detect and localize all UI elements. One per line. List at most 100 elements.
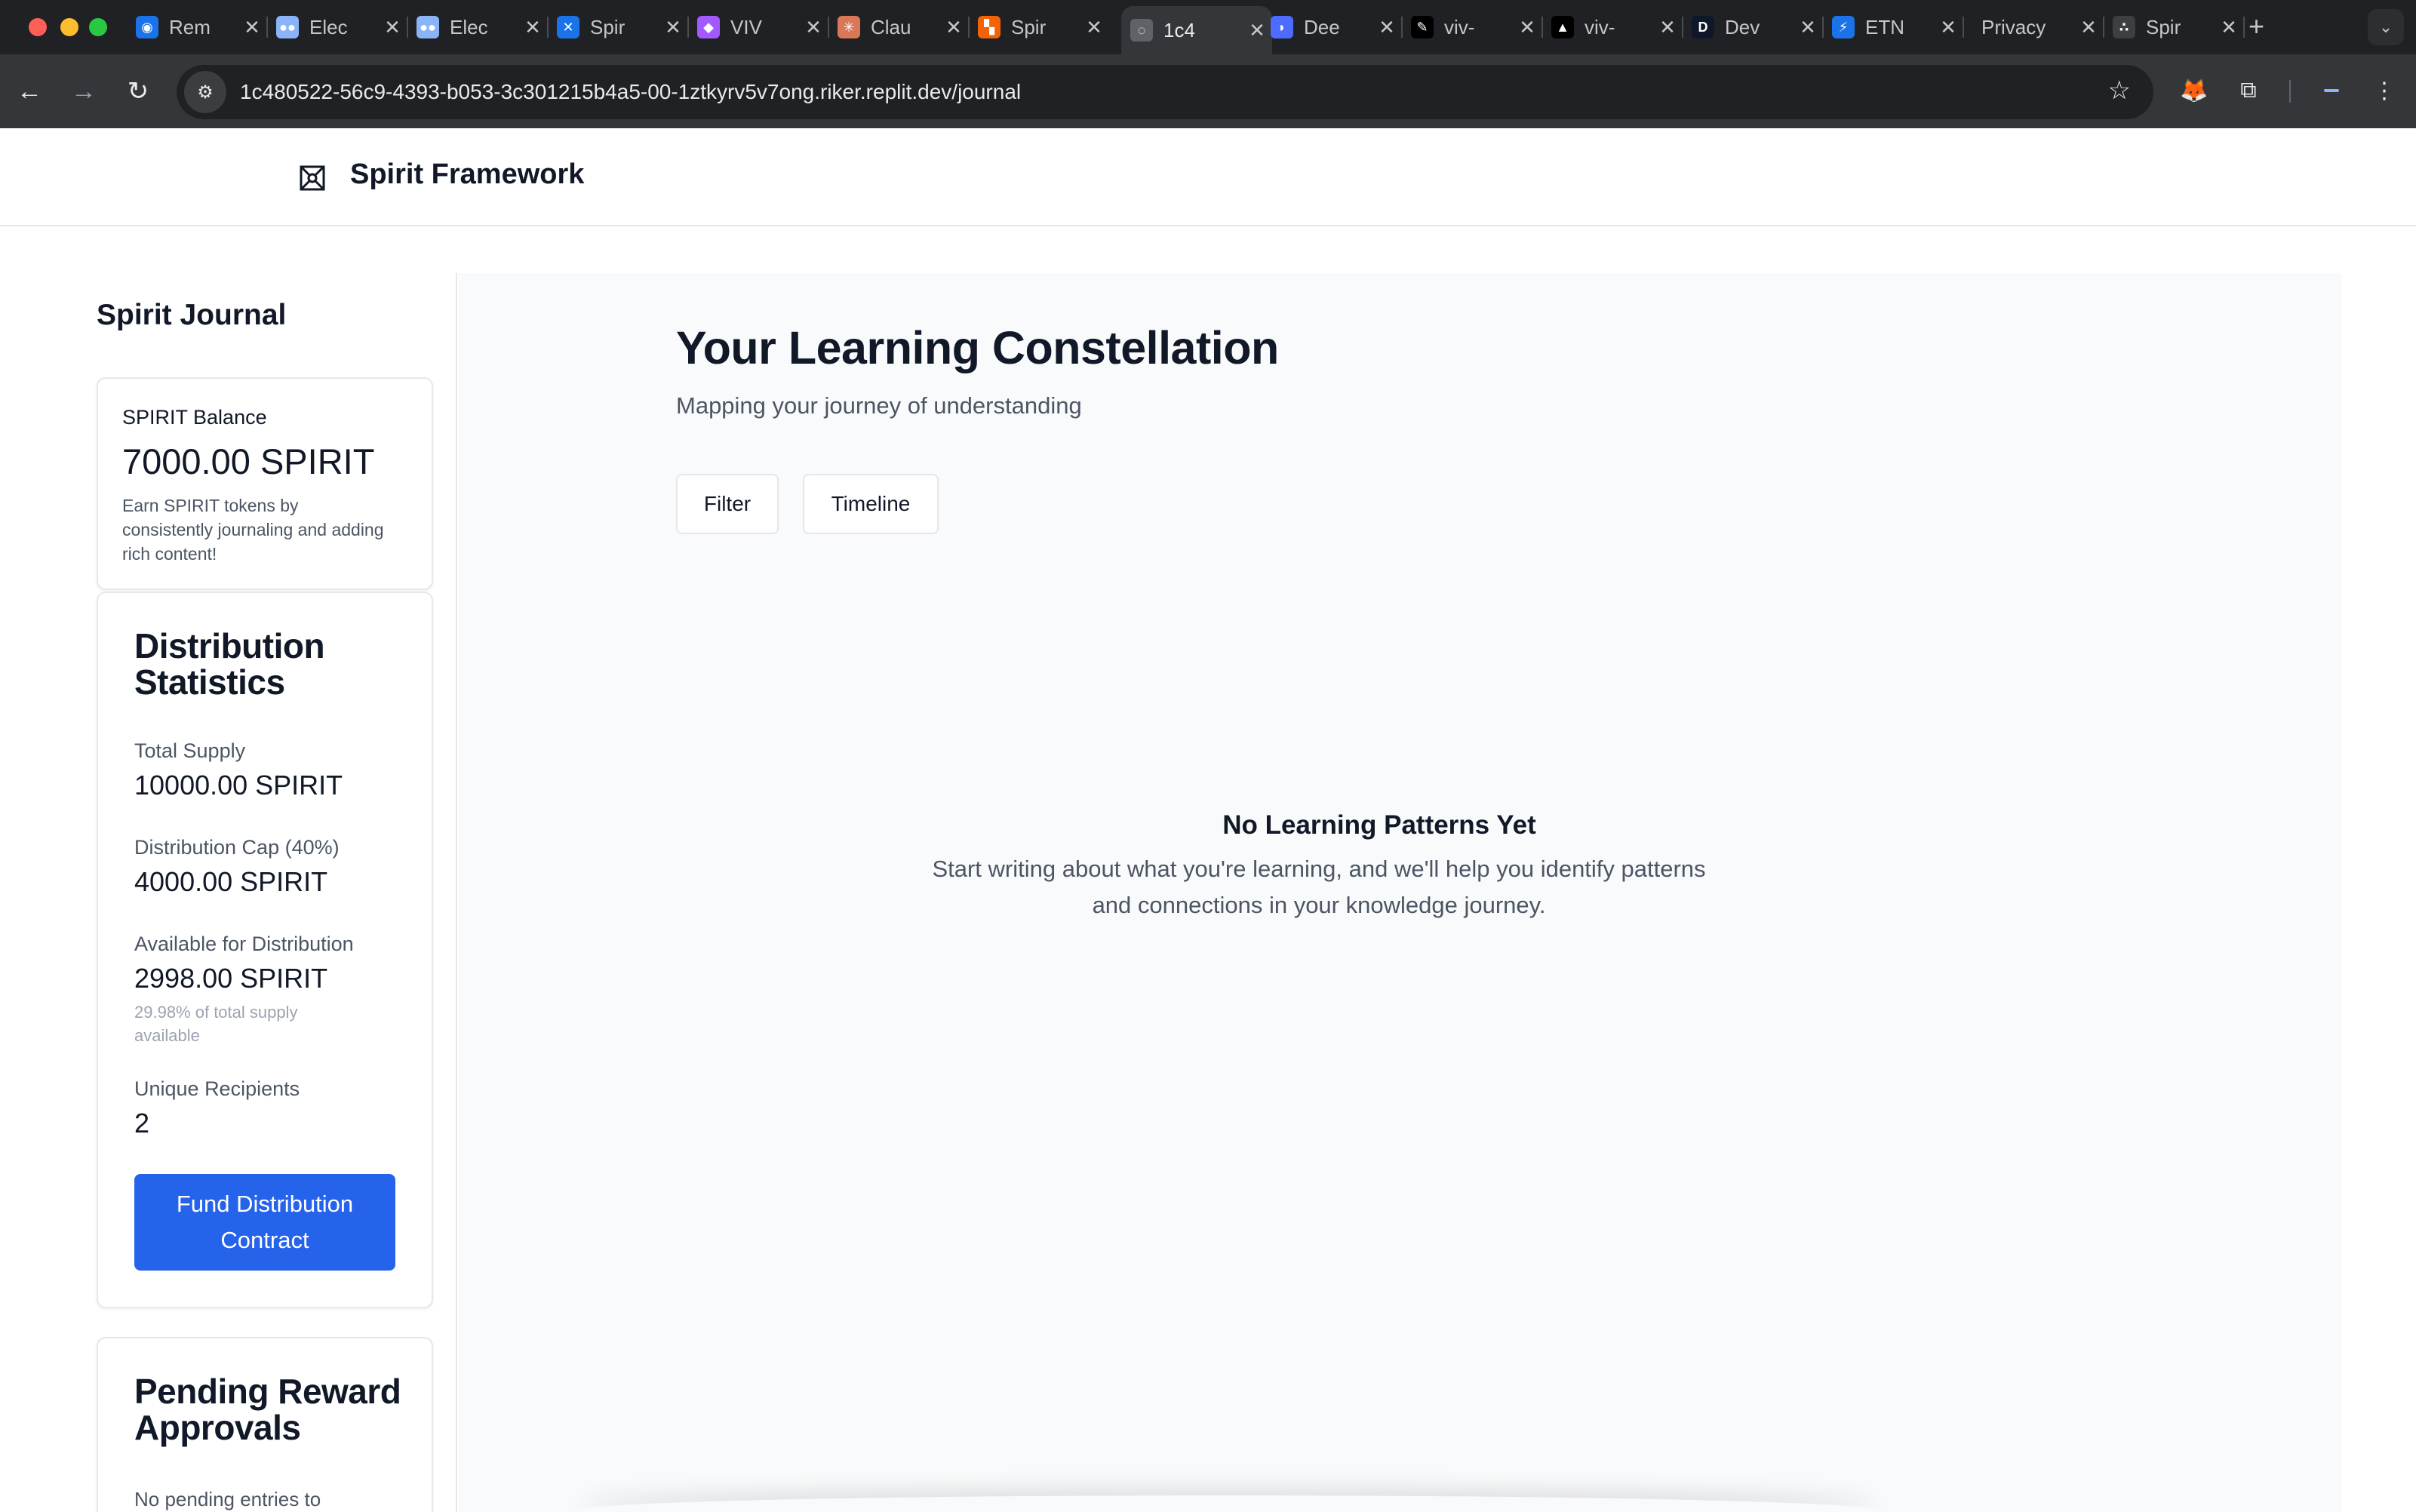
cap-label: Distribution Cap (40%) bbox=[134, 836, 340, 859]
eyes-icon: ●● bbox=[416, 16, 439, 38]
address-bar[interactable]: ⚙ 1c480522-56c9-4393-b053-3c301215b4a5-0… bbox=[177, 65, 2153, 119]
tab-close-icon[interactable]: ✕ bbox=[1933, 16, 1963, 39]
sidebar: Spirit Journal SPIRIT Balance 7000.00 SP… bbox=[0, 273, 457, 1512]
maximize-window-button[interactable] bbox=[89, 18, 107, 36]
browser-tab[interactable]: ∴ Spir ✕ bbox=[2104, 6, 2245, 48]
site-info-icon[interactable]: ⚙ bbox=[184, 71, 226, 113]
profile-icon[interactable] bbox=[2316, 75, 2347, 106]
tab-close-icon[interactable]: ✕ bbox=[939, 16, 969, 39]
tab-close-icon[interactable]: ✕ bbox=[377, 16, 407, 39]
balance-hint: Earn SPIRIT tokens by consistently journ… bbox=[122, 496, 384, 564]
tab-close-icon[interactable]: ✕ bbox=[1512, 16, 1542, 39]
main-subtitle: Mapping your journey of understanding bbox=[676, 392, 1082, 419]
browser-tab[interactable]: ⚡ ETN ✕ bbox=[1823, 6, 1964, 48]
browser-tab[interactable]: ✎ viv- ✕ bbox=[1402, 6, 1543, 48]
available-label: Available for Distribution bbox=[134, 933, 354, 955]
balance-amount: 7000.00 SPIRIT bbox=[122, 441, 375, 481]
toolbar-divider bbox=[2289, 80, 2291, 103]
tab-title: viv- bbox=[1585, 15, 1615, 38]
available-note: 29.98% of total supply available bbox=[134, 1003, 298, 1045]
tab-title: 1c4 bbox=[1163, 18, 1195, 41]
balance-card: SPIRIT Balance 7000.00 SPIRIT Earn SPIRI… bbox=[97, 377, 433, 590]
tab-close-icon[interactable]: ✕ bbox=[658, 16, 688, 39]
tab-title: viv- bbox=[1444, 15, 1475, 38]
browser-tab-strip: ◉ Rem ✕ ●● Elec ✕ ●● Elec ✕ ✕ Spir ✕ ◆ VIV ✕ ✳ Clau ✕ ▚ Spi… bbox=[0, 0, 2416, 54]
tab-title: Dev bbox=[1725, 15, 1760, 38]
metamask-icon[interactable]: 🦊 bbox=[2179, 75, 2209, 106]
tab-close-icon[interactable]: ✕ bbox=[2214, 16, 2244, 39]
page: Spirit Framework Spirit Journal SPIRIT B… bbox=[0, 128, 2416, 1512]
tab-close-icon[interactable]: ✕ bbox=[1372, 16, 1402, 39]
available-value: 2998.00 SPIRIT bbox=[134, 963, 328, 994]
browser-tab[interactable]: ▲ viv- ✕ bbox=[1542, 6, 1683, 48]
pen-icon: ✎ bbox=[1411, 16, 1434, 38]
bolt-icon: ⚡ bbox=[1832, 16, 1855, 38]
tab-title: Clau bbox=[871, 15, 911, 38]
browser-toolbar: ← → ↻ ⚙ 1c480522-56c9-4393-b053-3c301215… bbox=[0, 54, 2416, 128]
filter-button[interactable]: Filter bbox=[676, 474, 779, 534]
browser-tab[interactable]: ●● Elec ✕ bbox=[267, 6, 408, 48]
eyes-icon: ●● bbox=[276, 16, 299, 38]
browser-tab[interactable]: ◌ 1c4 ✕ bbox=[1121, 6, 1272, 54]
butterfly-icon: ✕ bbox=[557, 16, 579, 38]
app-header: Spirit Framework bbox=[0, 128, 2416, 226]
spirit-logo-icon bbox=[300, 165, 325, 191]
tab-title: Spir bbox=[590, 15, 626, 38]
browser-menu-icon[interactable]: ⋮ bbox=[2369, 75, 2399, 106]
browser-tab[interactable]: Privacy ✕ bbox=[1963, 6, 2104, 48]
d-icon: D bbox=[1692, 16, 1714, 38]
new-tab-button[interactable]: + bbox=[2248, 11, 2264, 42]
back-button[interactable]: ← bbox=[12, 74, 47, 109]
timeline-button[interactable]: Timeline bbox=[803, 474, 939, 534]
browser-tab[interactable]: ●● Elec ✕ bbox=[407, 6, 549, 48]
main-title: Your Learning Constellation bbox=[676, 322, 1279, 373]
pending-approvals-card: Pending Reward Approvals No pending entr… bbox=[97, 1337, 433, 1512]
tab-close-icon[interactable]: ✕ bbox=[2073, 16, 2104, 39]
vercel-icon: ▲ bbox=[1551, 16, 1574, 38]
tab-title: Dee bbox=[1304, 15, 1340, 38]
empty-state-description: Start writing about what you're learning… bbox=[932, 856, 1706, 918]
empty-state-title: No Learning Patterns Yet bbox=[1222, 810, 1536, 840]
sidebar-title: Spirit Journal bbox=[97, 299, 287, 331]
browser-tab[interactable]: ▚ Spir ✕ bbox=[969, 6, 1109, 48]
brand-title[interactable]: Spirit Framework bbox=[350, 158, 584, 191]
tab-title: Elec bbox=[309, 15, 348, 38]
total-supply-label: Total Supply bbox=[134, 739, 246, 762]
bookmark-star-icon[interactable]: ☆ bbox=[2108, 75, 2131, 106]
bottom-shadow bbox=[579, 1495, 1877, 1512]
recipients-label: Unique Recipients bbox=[134, 1077, 300, 1100]
browser-tab[interactable]: D Dev ✕ bbox=[1683, 6, 1824, 48]
figma-icon: ◆ bbox=[697, 16, 720, 38]
claude-icon: ✳ bbox=[838, 16, 860, 38]
browser-tab[interactable]: ◗ Dee ✕ bbox=[1262, 6, 1403, 48]
pending-empty-text: No pending entries to bbox=[134, 1488, 321, 1510]
reload-button[interactable]: ↻ bbox=[121, 74, 155, 109]
minimize-window-button[interactable] bbox=[60, 18, 78, 36]
recipients-value: 2 bbox=[134, 1108, 150, 1139]
tab-title: Spir bbox=[2146, 15, 2181, 38]
forward-button[interactable]: → bbox=[66, 74, 101, 109]
tab-close-icon[interactable]: ✕ bbox=[1079, 16, 1109, 39]
browser-tab[interactable]: ◆ VIV ✕ bbox=[688, 6, 829, 48]
fund-distribution-button[interactable]: Fund Distribution Contract bbox=[134, 1174, 395, 1271]
tab-close-icon[interactable]: ✕ bbox=[518, 16, 548, 39]
cap-value: 4000.00 SPIRIT bbox=[134, 866, 328, 897]
close-window-button[interactable] bbox=[29, 18, 47, 36]
tab-close-icon[interactable]: ✕ bbox=[1793, 16, 1823, 39]
tab-close-icon[interactable]: ✕ bbox=[1652, 16, 1683, 39]
total-supply-value: 10000.00 SPIRIT bbox=[134, 770, 343, 801]
distribution-title: Distribution Statistics bbox=[134, 626, 325, 702]
globe-icon: ◌ bbox=[1130, 19, 1153, 41]
tab-close-icon[interactable]: ✕ bbox=[798, 16, 828, 39]
browser-tab[interactable]: ◉ Rem ✕ bbox=[127, 6, 268, 48]
browser-tab[interactable]: ✳ Clau ✕ bbox=[828, 6, 970, 48]
pending-title: Pending Reward Approvals bbox=[134, 1372, 401, 1447]
tab-separator bbox=[2243, 17, 2245, 38]
url-text[interactable]: 1c480522-56c9-4393-b053-3c301215b4a5-00-… bbox=[240, 80, 1021, 104]
tab-search-button[interactable]: ⌄ bbox=[2368, 9, 2404, 45]
deepseek-icon: ◗ bbox=[1271, 16, 1293, 38]
distribution-card: Distribution Statistics Total Supply 100… bbox=[97, 592, 433, 1308]
tab-close-icon[interactable]: ✕ bbox=[237, 16, 267, 39]
extensions-icon[interactable]: ⧉ bbox=[2233, 75, 2264, 106]
browser-tab[interactable]: ✕ Spir ✕ bbox=[548, 6, 689, 48]
